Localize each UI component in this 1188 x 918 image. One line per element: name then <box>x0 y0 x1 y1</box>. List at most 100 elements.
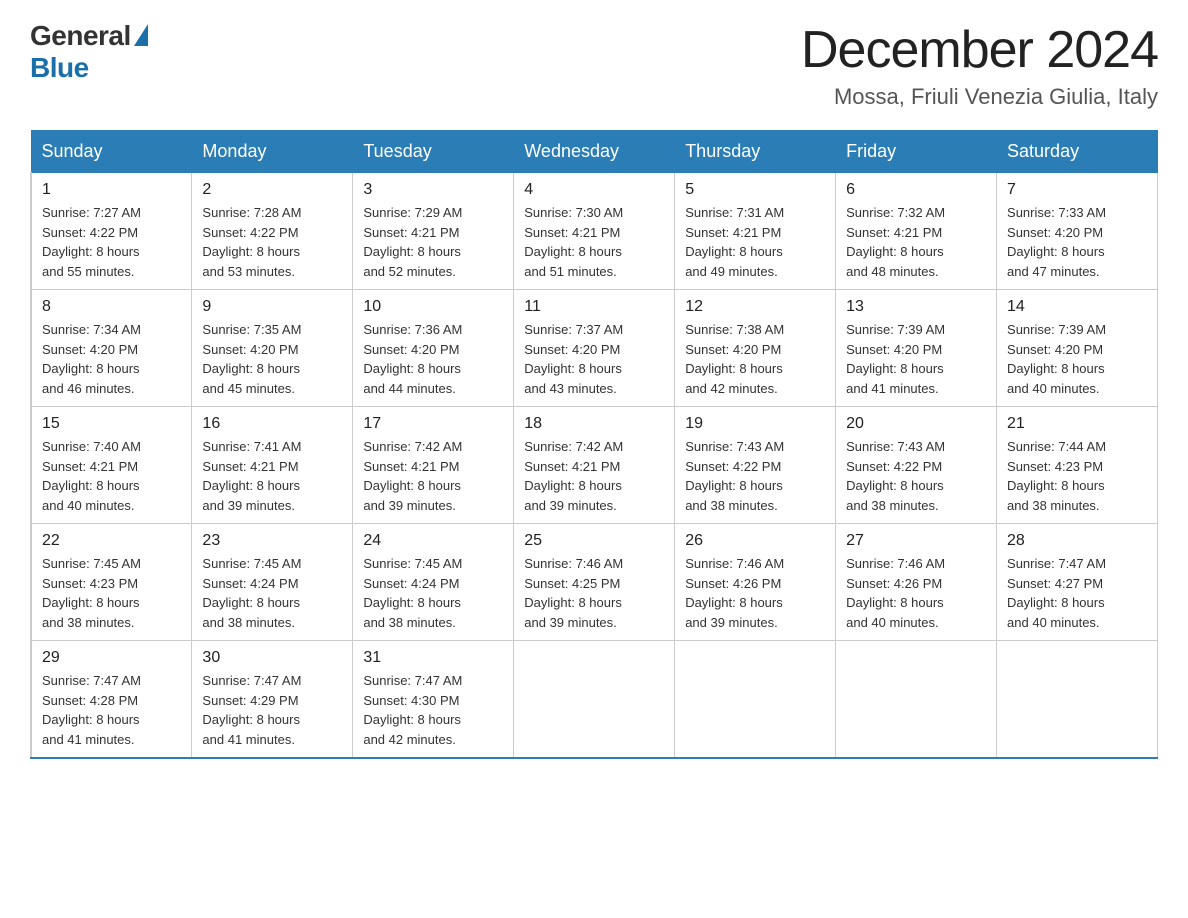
day-info: Sunrise: 7:47 AMSunset: 4:28 PMDaylight:… <box>42 671 181 749</box>
day-info: Sunrise: 7:42 AMSunset: 4:21 PMDaylight:… <box>363 437 503 515</box>
day-number: 14 <box>1007 298 1147 316</box>
week-row-5: 29 Sunrise: 7:47 AMSunset: 4:28 PMDayligh… <box>31 641 1158 759</box>
day-info: Sunrise: 7:41 AMSunset: 4:21 PMDaylight:… <box>202 437 342 515</box>
logo: General Blue <box>30 20 148 84</box>
day-number: 7 <box>1007 181 1147 199</box>
logo-general-text: General <box>30 20 131 52</box>
day-number: 23 <box>202 532 342 550</box>
day-number: 2 <box>202 181 342 199</box>
calendar-cell: 23 Sunrise: 7:45 AMSunset: 4:24 PMDayligh… <box>192 524 353 641</box>
day-info: Sunrise: 7:27 AMSunset: 4:22 PMDaylight:… <box>42 203 181 281</box>
day-header-tuesday: Tuesday <box>353 131 514 173</box>
calendar-cell: 15 Sunrise: 7:40 AMSunset: 4:21 PMDayligh… <box>31 407 192 524</box>
day-header-monday: Monday <box>192 131 353 173</box>
day-info: Sunrise: 7:42 AMSunset: 4:21 PMDaylight:… <box>524 437 664 515</box>
day-number: 12 <box>685 298 825 316</box>
calendar-cell <box>675 641 836 759</box>
calendar-cell: 11 Sunrise: 7:37 AMSunset: 4:20 PMDayligh… <box>514 290 675 407</box>
calendar-cell: 21Sunrise: 7:44 AMSunset: 4:23 PMDayligh… <box>997 407 1158 524</box>
day-info: Sunrise: 7:39 AMSunset: 4:20 PMDaylight:… <box>846 320 986 398</box>
calendar-title: December 2024 <box>801 20 1158 80</box>
day-header-saturday: Saturday <box>997 131 1158 173</box>
calendar-cell: 31 Sunrise: 7:47 AMSunset: 4:30 PMDayligh… <box>353 641 514 759</box>
page-header: General Blue December 2024 Mossa, Friuli… <box>30 20 1158 110</box>
day-number: 18 <box>524 415 664 433</box>
day-info: Sunrise: 7:36 AMSunset: 4:20 PMDaylight:… <box>363 320 503 398</box>
title-block: December 2024 Mossa, Friuli Venezia Giul… <box>801 20 1158 110</box>
day-number: 13 <box>846 298 986 316</box>
day-info: Sunrise: 7:31 AMSunset: 4:21 PMDaylight:… <box>685 203 825 281</box>
calendar-cell: 13 Sunrise: 7:39 AMSunset: 4:20 PMDayligh… <box>836 290 997 407</box>
day-info: Sunrise: 7:35 AMSunset: 4:20 PMDaylight:… <box>202 320 342 398</box>
day-number: 5 <box>685 181 825 199</box>
day-header-sunday: Sunday <box>31 131 192 173</box>
day-number: 21 <box>1007 415 1147 433</box>
calendar-cell: 3Sunrise: 7:29 AMSunset: 4:21 PMDaylight… <box>353 173 514 290</box>
calendar-cell: 26 Sunrise: 7:46 AMSunset: 4:26 PMDayligh… <box>675 524 836 641</box>
calendar-cell: 28 Sunrise: 7:47 AMSunset: 4:27 PMDayligh… <box>997 524 1158 641</box>
day-info: Sunrise: 7:46 AMSunset: 4:26 PMDaylight:… <box>846 554 986 632</box>
day-info: Sunrise: 7:43 AMSunset: 4:22 PMDaylight:… <box>685 437 825 515</box>
day-number: 1 <box>42 181 181 199</box>
day-info: Sunrise: 7:45 AMSunset: 4:24 PMDaylight:… <box>363 554 503 632</box>
calendar-cell <box>514 641 675 759</box>
calendar-cell: 7 Sunrise: 7:33 AMSunset: 4:20 PMDaylight… <box>997 173 1158 290</box>
day-number: 28 <box>1007 532 1147 550</box>
day-number: 15 <box>42 415 181 433</box>
day-number: 20 <box>846 415 986 433</box>
calendar-cell: 20 Sunrise: 7:43 AMSunset: 4:22 PMDayligh… <box>836 407 997 524</box>
calendar-cell: 16Sunrise: 7:41 AMSunset: 4:21 PMDayligh… <box>192 407 353 524</box>
day-headers-row: SundayMondayTuesdayWednesdayThursdayFrid… <box>31 131 1158 173</box>
day-number: 4 <box>524 181 664 199</box>
day-number: 19 <box>685 415 825 433</box>
calendar-cell: 9 Sunrise: 7:35 AMSunset: 4:20 PMDaylight… <box>192 290 353 407</box>
day-info: Sunrise: 7:33 AMSunset: 4:20 PMDaylight:… <box>1007 203 1147 281</box>
day-info: Sunrise: 7:43 AMSunset: 4:22 PMDaylight:… <box>846 437 986 515</box>
week-row-3: 15 Sunrise: 7:40 AMSunset: 4:21 PMDayligh… <box>31 407 1158 524</box>
day-info: Sunrise: 7:45 AMSunset: 4:24 PMDaylight:… <box>202 554 342 632</box>
calendar-cell: 4 Sunrise: 7:30 AMSunset: 4:21 PMDaylight… <box>514 173 675 290</box>
day-info: Sunrise: 7:47 AMSunset: 4:30 PMDaylight:… <box>363 671 503 749</box>
day-header-wednesday: Wednesday <box>514 131 675 173</box>
day-info: Sunrise: 7:28 AMSunset: 4:22 PMDaylight:… <box>202 203 342 281</box>
day-info: Sunrise: 7:40 AMSunset: 4:21 PMDaylight:… <box>42 437 181 515</box>
day-number: 6 <box>846 181 986 199</box>
calendar-cell: 17 Sunrise: 7:42 AMSunset: 4:21 PMDayligh… <box>353 407 514 524</box>
day-info: Sunrise: 7:46 AMSunset: 4:25 PMDaylight:… <box>524 554 664 632</box>
calendar-subtitle: Mossa, Friuli Venezia Giulia, Italy <box>801 84 1158 110</box>
calendar-cell: 14 Sunrise: 7:39 AMSunset: 4:20 PMDayligh… <box>997 290 1158 407</box>
calendar-cell: 2 Sunrise: 7:28 AMSunset: 4:22 PMDaylight… <box>192 173 353 290</box>
day-info: Sunrise: 7:30 AMSunset: 4:21 PMDaylight:… <box>524 203 664 281</box>
day-info: Sunrise: 7:46 AMSunset: 4:26 PMDaylight:… <box>685 554 825 632</box>
day-info: Sunrise: 7:47 AMSunset: 4:29 PMDaylight:… <box>202 671 342 749</box>
day-number: 8 <box>42 298 181 316</box>
calendar-table: SundayMondayTuesdayWednesdayThursdayFrid… <box>30 130 1158 759</box>
calendar-cell: 25 Sunrise: 7:46 AMSunset: 4:25 PMDayligh… <box>514 524 675 641</box>
day-info: Sunrise: 7:29 AMSunset: 4:21 PMDaylight:… <box>363 203 503 281</box>
day-info: Sunrise: 7:45 AMSunset: 4:23 PMDaylight:… <box>42 554 181 632</box>
day-number: 17 <box>363 415 503 433</box>
day-number: 29 <box>42 649 181 667</box>
calendar-cell <box>997 641 1158 759</box>
calendar-cell: 1 Sunrise: 7:27 AMSunset: 4:22 PMDaylight… <box>31 173 192 290</box>
day-number: 31 <box>363 649 503 667</box>
day-number: 25 <box>524 532 664 550</box>
calendar-cell: 29 Sunrise: 7:47 AMSunset: 4:28 PMDayligh… <box>31 641 192 759</box>
calendar-cell: 27Sunrise: 7:46 AMSunset: 4:26 PMDayligh… <box>836 524 997 641</box>
calendar-cell: 30 Sunrise: 7:47 AMSunset: 4:29 PMDayligh… <box>192 641 353 759</box>
day-info: Sunrise: 7:47 AMSunset: 4:27 PMDaylight:… <box>1007 554 1147 632</box>
day-number: 26 <box>685 532 825 550</box>
day-number: 30 <box>202 649 342 667</box>
week-row-2: 8 Sunrise: 7:34 AMSunset: 4:20 PMDaylight… <box>31 290 1158 407</box>
day-info: Sunrise: 7:38 AMSunset: 4:20 PMDaylight:… <box>685 320 825 398</box>
day-number: 24 <box>363 532 503 550</box>
day-info: Sunrise: 7:37 AMSunset: 4:20 PMDaylight:… <box>524 320 664 398</box>
day-info: Sunrise: 7:32 AMSunset: 4:21 PMDaylight:… <box>846 203 986 281</box>
day-number: 11 <box>524 298 664 316</box>
week-row-1: 1 Sunrise: 7:27 AMSunset: 4:22 PMDaylight… <box>31 173 1158 290</box>
day-info: Sunrise: 7:34 AMSunset: 4:20 PMDaylight:… <box>42 320 181 398</box>
day-info: Sunrise: 7:39 AMSunset: 4:20 PMDaylight:… <box>1007 320 1147 398</box>
day-number: 9 <box>202 298 342 316</box>
calendar-cell: 10Sunrise: 7:36 AMSunset: 4:20 PMDayligh… <box>353 290 514 407</box>
calendar-cell: 24 Sunrise: 7:45 AMSunset: 4:24 PMDayligh… <box>353 524 514 641</box>
